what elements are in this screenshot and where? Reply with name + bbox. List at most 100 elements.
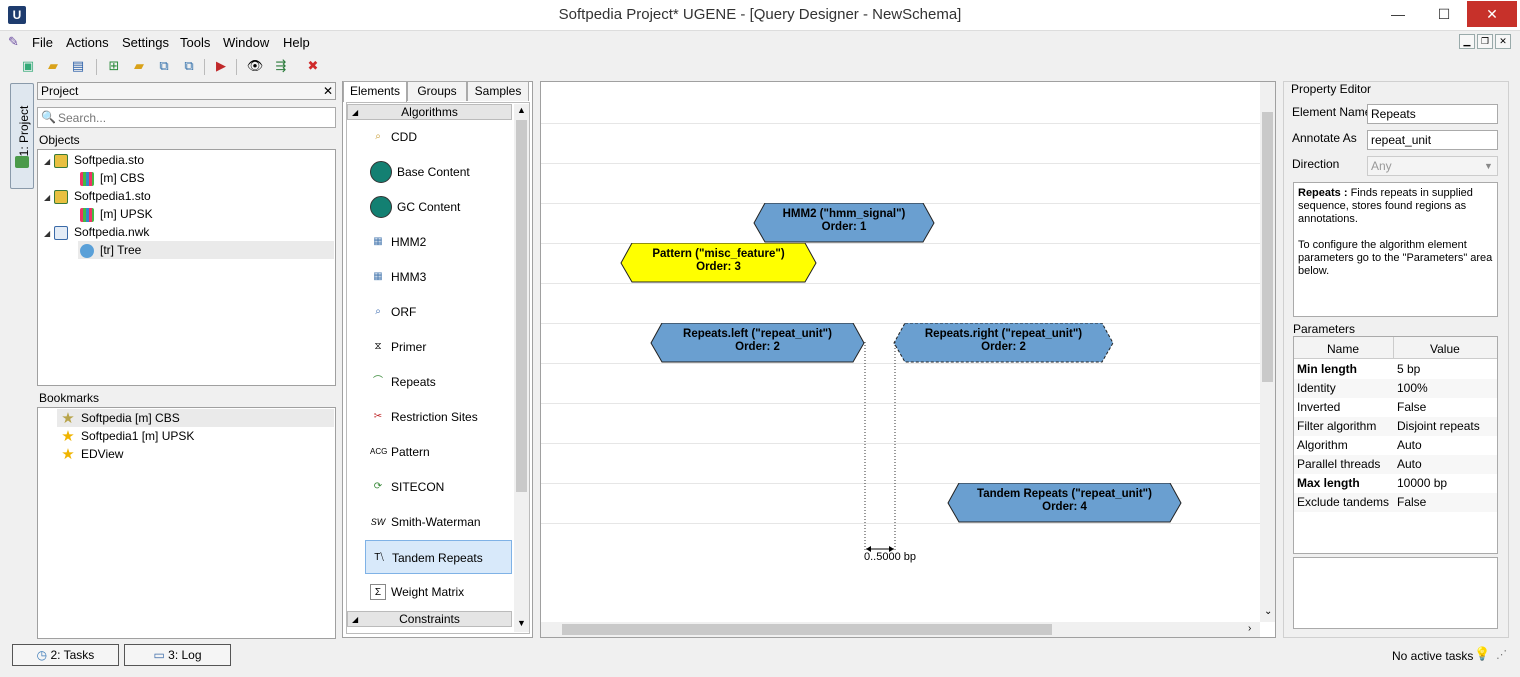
annotate-as-field[interactable]: repeat_unit [1367,130,1498,150]
run-icon[interactable]: ▶ [212,57,230,75]
scroll-right-icon[interactable]: › [1248,623,1251,634]
section-algorithms[interactable]: ◢ Algorithms [347,104,512,120]
param-value[interactable]: False [1397,493,1426,512]
palette-item-cdd[interactable]: ⌕ CDD [365,120,512,154]
minimize-button[interactable]: — [1375,1,1421,27]
tasks-button[interactable]: ◷ 2: Tasks [12,644,119,666]
bookmark-item[interactable]: ★ Softpedia [m] CBS [57,409,334,427]
palette-item-label: GC Content [397,200,461,214]
canvas-vscrollbar[interactable]: ⌄ [1260,82,1275,622]
palette-item-tandem-repeats[interactable]: T⧹ Tandem Repeats [365,540,512,574]
distance-constraint[interactable] [859,342,899,557]
canvas-vscroll-thumb[interactable] [1262,112,1273,382]
bookmarks-label: Bookmarks [39,391,100,405]
menu-settings[interactable]: Settings [122,35,169,50]
element-name-field[interactable]: Repeats [1367,104,1498,124]
tree-item-tree[interactable]: [tr] Tree [78,241,334,259]
param-value[interactable]: Auto [1397,455,1422,474]
param-row[interactable]: Inverted False [1294,398,1497,417]
param-value[interactable]: Disjoint repeats [1397,417,1480,436]
search-input[interactable]: Search... [58,111,106,125]
palette-item-sitecon[interactable]: ⟳ SITECON [365,470,512,504]
param-row[interactable]: Min length 5 bp [1294,360,1497,379]
delete-icon[interactable]: ✖ [304,57,322,75]
menu-actions[interactable]: Actions [66,35,109,50]
lightbulb-icon[interactable]: 💡 [1474,646,1490,662]
param-value[interactable]: False [1397,398,1426,417]
mdi-close-button[interactable]: ✕ [1495,34,1511,49]
scroll-up-icon[interactable]: ▲ [517,105,526,115]
tree-item-softpedia-nwk[interactable]: ◢ Softpedia.nwk [44,223,149,241]
node-tandem-repeats[interactable]: Tandem Repeats ("repeat_unit") Order: 4 [947,483,1182,523]
param-value[interactable]: 5 bp [1397,360,1420,379]
palette-scroll-thumb[interactable] [516,120,527,492]
tab-elements[interactable]: Elements [343,81,407,102]
open-folder-icon[interactable]: ▰ [44,57,62,75]
param-row[interactable]: Max length 10000 bp [1294,474,1497,493]
project-search-field[interactable]: 🔍 Search... [37,107,336,128]
param-row[interactable]: Filter algorithm Disjoint repeats [1294,417,1497,436]
param-row[interactable]: Identity 100% [1294,379,1497,398]
new-document-icon[interactable]: ⊞ [105,57,123,75]
project-close-icon[interactable]: ✕ [323,84,333,98]
tab-groups[interactable]: Groups [407,81,467,101]
log-button[interactable]: ▭ 3: Log [124,644,231,666]
resize-grip-icon[interactable]: ⋰ [1496,648,1507,661]
view-icon[interactable]: 👁 [246,57,264,75]
section-constraints[interactable]: ◢ Constraints [347,611,512,627]
node-hmm2[interactable]: HMM2 ("hmm_signal") Order: 1 [753,203,935,243]
palette-item-pattern[interactable]: ACG Pattern [365,435,512,469]
palette-item-restriction-sites[interactable]: ✂ Restriction Sites [365,400,512,434]
param-value[interactable]: 10000 bp [1397,474,1447,493]
canvas-hscroll-thumb[interactable] [562,624,1052,635]
mdi-restore-button[interactable]: ❐ [1477,34,1493,49]
palette-item-orf[interactable]: ⌕ ORF [365,295,512,329]
menu-file[interactable]: File [32,35,53,50]
tab-samples[interactable]: Samples [467,81,529,101]
add-object-icon[interactable]: ⧉ [155,57,173,75]
palette-item-repeats[interactable]: ⌒ Repeats [365,365,512,399]
add-existing-icon[interactable]: ⧉ [180,57,198,75]
maximize-button[interactable]: ☐ [1421,1,1467,27]
project-side-tab[interactable]: 1: Project [10,83,34,189]
menu-tools[interactable]: Tools [180,35,210,50]
palette-item-weight-matrix[interactable]: Σ Weight Matrix [365,575,512,609]
new-project-icon[interactable]: ▣ [19,57,37,75]
bookmark-item[interactable]: ★ EDView [61,445,123,463]
scroll-down-icon[interactable]: ⌄ [1264,606,1272,617]
mdi-minimize-button[interactable]: ▁ [1459,34,1475,49]
window-title: Softpedia Project* UGENE - [Query Design… [558,6,962,23]
palette-item-gc-content[interactable]: GC Content [365,190,512,224]
menu-help[interactable]: Help [283,35,310,50]
search-icon: 🔍 [41,110,56,124]
palette-item-hmm3[interactable]: ▦ HMM3 [365,260,512,294]
tree-item-cbs[interactable]: [m] CBS [80,169,145,187]
param-row[interactable]: Parallel threads Auto [1294,455,1497,474]
param-row[interactable]: Exclude tandems False [1294,493,1497,512]
param-value[interactable]: Auto [1397,436,1422,455]
bookmark-item[interactable]: ★ Softpedia1 [m] UPSK [61,427,194,445]
save-icon[interactable]: ▤ [69,57,87,75]
param-row[interactable]: Algorithm Auto [1294,436,1497,455]
param-value[interactable]: 100% [1397,379,1428,398]
scroll-down-icon[interactable]: ▼ [517,618,526,628]
node-repeats-right[interactable]: Repeats.right ("repeat_unit") Order: 2 [893,323,1114,363]
direction-select[interactable]: Any ▼ [1367,156,1498,176]
palette-item-primer[interactable]: ⧖ Primer [365,330,512,364]
palette-item-smith-waterman[interactable]: SW Smith-Waterman [365,505,512,539]
node-repeats-left[interactable]: Repeats.left ("repeat_unit") Order: 2 [650,323,865,363]
layout-icon[interactable]: ⇶ [272,57,290,75]
tree-item-softpedia1-sto[interactable]: ◢ Softpedia1.sto [44,187,151,205]
parameter-help-box [1293,557,1498,629]
menu-window[interactable]: Window [223,35,269,50]
close-button[interactable]: ✕ [1467,1,1517,27]
schema-canvas[interactable]: HMM2 ("hmm_signal") Order: 1 Pattern ("mi… [540,81,1276,638]
canvas-hscrollbar[interactable]: › [541,622,1260,637]
tree-item-upsk[interactable]: [m] UPSK [80,205,153,223]
tree-item-softpedia-sto[interactable]: ◢ Softpedia.sto [44,151,144,169]
node-pattern[interactable]: Pattern ("misc_feature") Order: 3 [620,243,817,283]
palette-item-hmm2[interactable]: ▦ HMM2 [365,225,512,259]
open-document-icon[interactable]: ▰ [130,57,148,75]
palette-item-base-content[interactable]: Base Content [365,155,512,189]
palette-scrollbar[interactable]: ▲ ▼ [514,104,529,632]
